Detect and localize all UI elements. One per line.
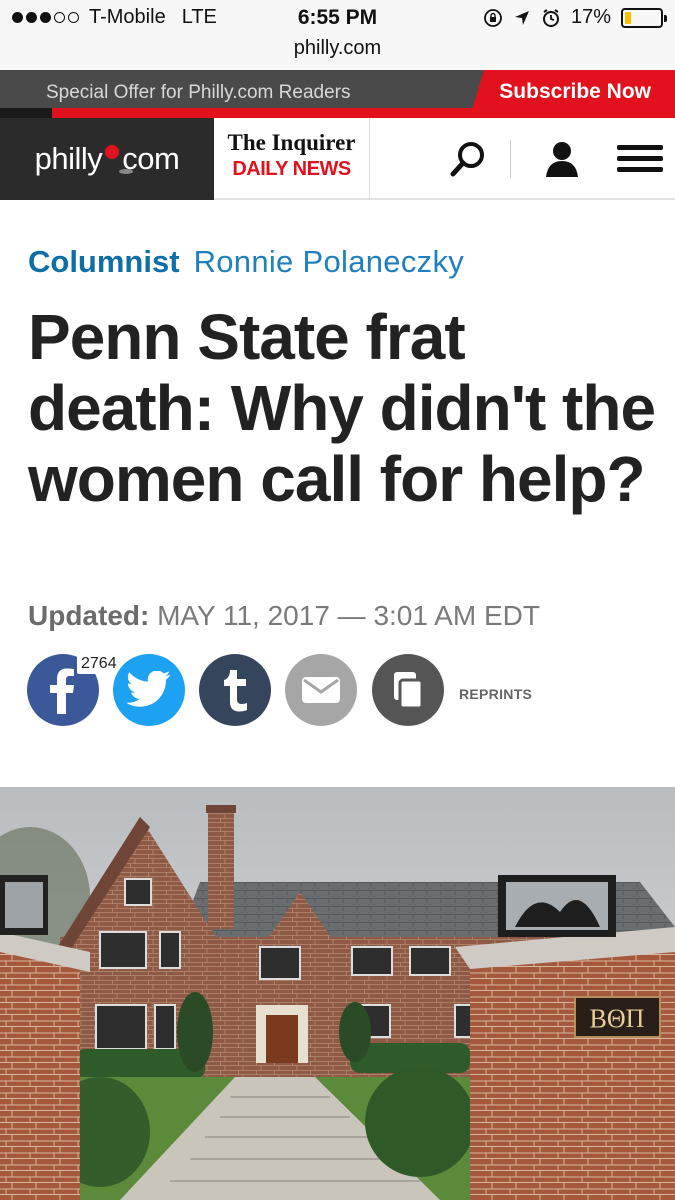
copy-share-button[interactable] (372, 654, 444, 726)
site-header: philly com The Inquirer DAILY NEWS (0, 118, 675, 200)
twitter-share-button[interactable] (113, 654, 185, 726)
category-link[interactable]: Columnist (28, 244, 180, 279)
philly-logo[interactable]: philly com (0, 118, 214, 200)
nav-divider (510, 140, 511, 178)
twitter-icon (126, 671, 171, 707)
daily-news-name: DAILY NEWS (232, 158, 351, 180)
location-arrow-icon (514, 10, 529, 25)
account-button[interactable] (534, 118, 590, 200)
promo-underline (0, 108, 675, 118)
article-byline: Columnist Ronnie Polaneczky (28, 244, 464, 280)
address-bar-url[interactable]: philly.com (0, 37, 675, 60)
facebook-share-button[interactable]: 2764 (27, 654, 121, 726)
battery-icon (621, 7, 667, 28)
menu-button[interactable] (612, 118, 668, 200)
user-icon (546, 142, 578, 177)
fraternity-house-photo: ΒΘΠ (0, 787, 675, 1200)
email-share-button[interactable] (285, 654, 357, 726)
updated-value: MAY 11, 2017 — 3:01 AM EDT (157, 600, 540, 631)
rotation-lock-icon (484, 8, 502, 27)
tumblr-icon (224, 670, 247, 712)
envelope-icon (302, 677, 340, 703)
fraternity-sign: ΒΘΠ (590, 1004, 645, 1033)
share-bar: 2764 REPRINTS (27, 654, 667, 728)
facebook-share-count: 2764 (77, 654, 121, 674)
reprints-link[interactable]: REPRINTS (459, 686, 532, 702)
logo-dot-icon (105, 145, 120, 159)
hamburger-menu-icon (617, 145, 663, 172)
promo-text: Special Offer for Philly.com Readers (46, 82, 351, 103)
updated-label: Updated: (28, 600, 150, 631)
updated-timestamp: Updated: MAY 11, 2017 — 3:01 AM EDT (28, 600, 540, 632)
search-button[interactable] (440, 118, 496, 200)
copy-pages-icon (394, 672, 424, 710)
logo-text-left: philly (34, 141, 103, 176)
battery-percent: 17% (570, 6, 611, 28)
tumblr-share-button[interactable] (199, 654, 271, 726)
subscribe-now-label: Subscribe Now (499, 80, 651, 103)
alarm-icon (542, 8, 559, 27)
author-link[interactable]: Ronnie Polaneczky (194, 244, 464, 279)
article-photo: ΒΘΠ (0, 787, 675, 1200)
inquirer-daily-news-logo[interactable]: The Inquirer DAILY NEWS (214, 118, 370, 200)
status-bar: T-Mobile LTE 6:55 PM 17% philly.com (0, 0, 675, 70)
search-icon (450, 142, 484, 177)
inquirer-name: The Inquirer (227, 130, 356, 155)
article-headline: Penn State frat death: Why didn't the wo… (28, 301, 656, 515)
